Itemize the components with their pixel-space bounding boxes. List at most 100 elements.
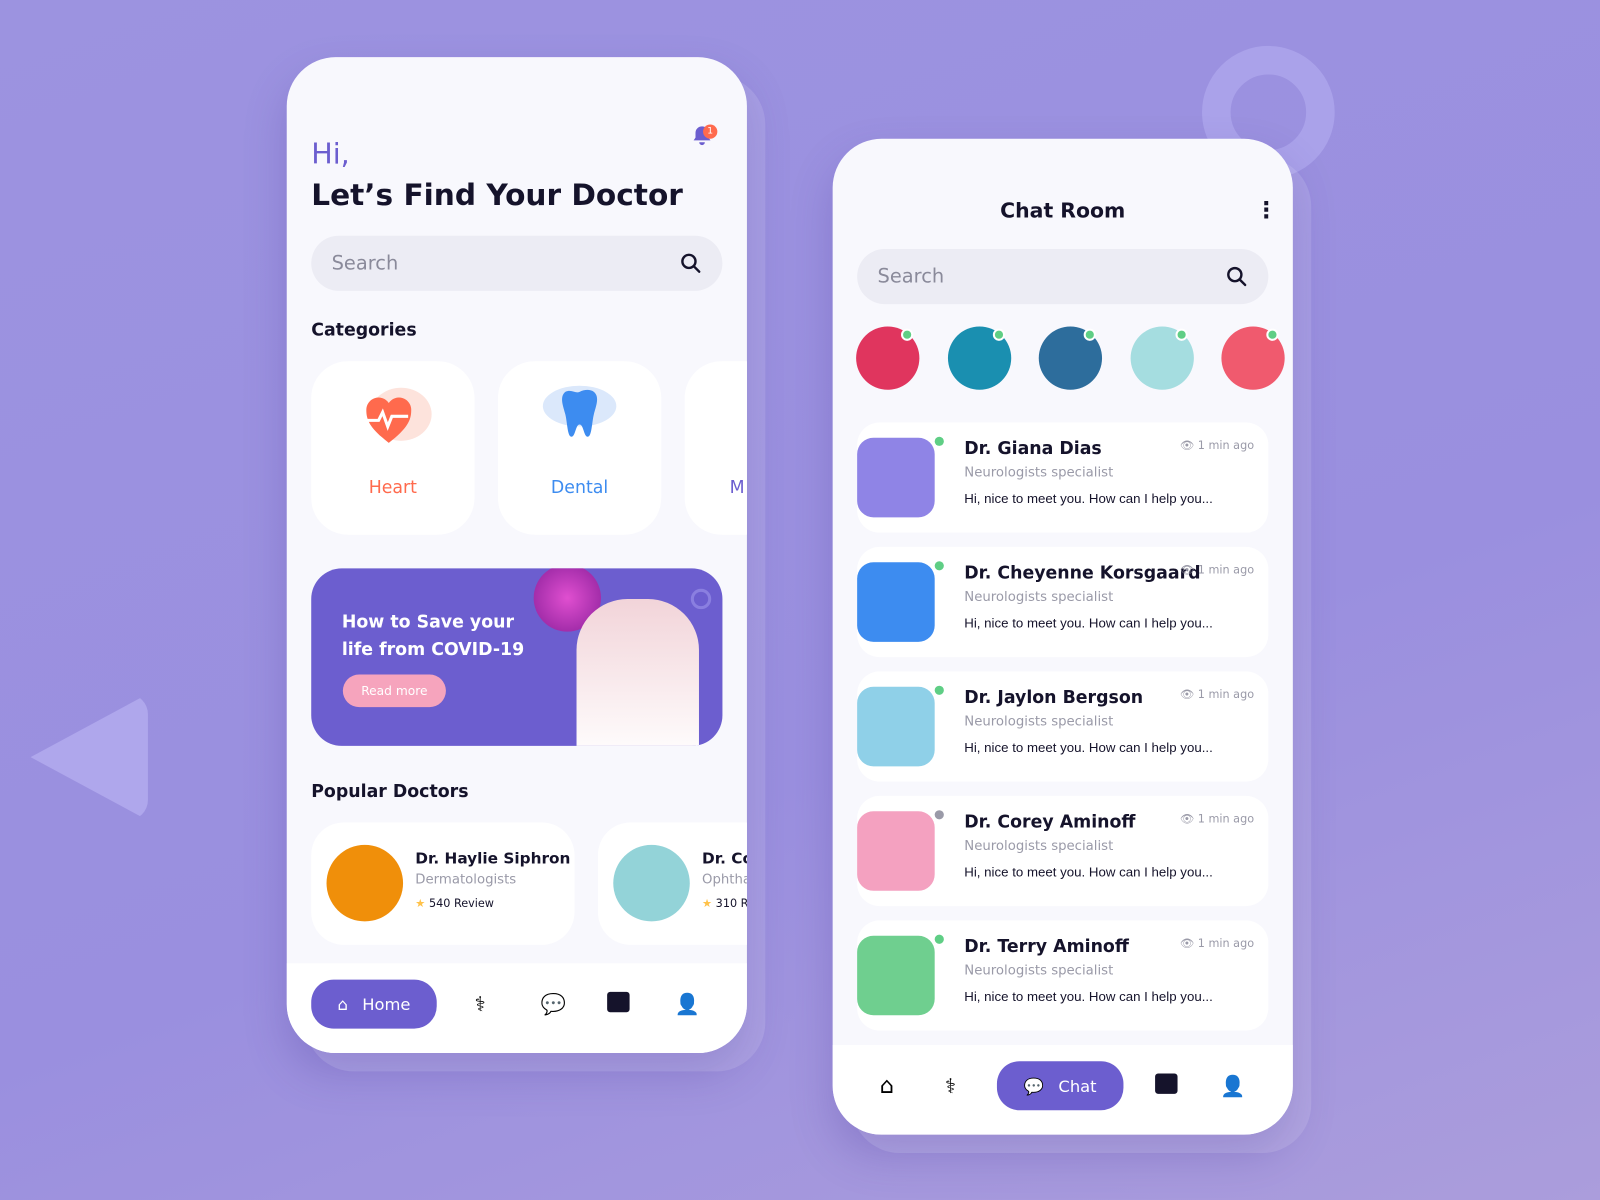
message-preview: Hi, nice to meet you. How can I help you… — [964, 615, 1213, 631]
status-indicator — [934, 561, 944, 571]
doctor-specialty: Neurologists specialist — [964, 465, 1114, 481]
star-icon: ★ — [702, 896, 713, 911]
heart-icon — [366, 387, 432, 443]
calendar-icon[interactable] — [1155, 1073, 1178, 1094]
category-heart[interactable]: Heart — [311, 361, 475, 535]
message-time: 1 min ago — [1197, 936, 1255, 950]
doctor-reviews: 540 Review — [428, 896, 495, 911]
category-label: Heart — [368, 477, 417, 498]
doctor-card[interactable]: Dr. Haylie Siphron Dermatologists ★ 540 … — [311, 822, 575, 945]
message-time: 1 min ago — [1197, 563, 1255, 577]
user-settings-icon[interactable]: 👤 — [1220, 1073, 1245, 1097]
doctor-name: Dr. Haylie Siphron — [415, 848, 571, 868]
search-input[interactable]: Search — [311, 235, 723, 291]
popular-doctors-heading: Popular Doctors — [311, 781, 469, 803]
categories-heading: Categories — [311, 320, 417, 341]
chat-list-item[interactable]: Dr. Terry Aminoff Neurologists specialis… — [857, 920, 1269, 1031]
doctor-specialty: Neurologists specialist — [964, 838, 1114, 855]
eye-icon: 👁 — [1179, 438, 1195, 453]
doctor-avatar — [857, 437, 935, 518]
doctor-specialty: Neurologists specialist — [964, 963, 1114, 979]
star-icon: ★ — [415, 896, 426, 911]
user-settings-icon[interactable]: 👤 — [674, 992, 699, 1016]
doctor-reviews: 310 R — [715, 896, 747, 911]
greeting: Hi, — [311, 136, 350, 171]
banner-text: How to Save your life from COVID-19 — [341, 612, 525, 661]
online-indicator — [992, 328, 1005, 341]
chat-list-item[interactable]: Dr. Jaylon Bergson Neurologists speciali… — [857, 671, 1269, 782]
online-indicator — [1266, 328, 1279, 341]
read-more-button[interactable]: Read more — [342, 674, 446, 708]
decorative-circle — [690, 588, 712, 610]
doctor-avatar — [326, 844, 404, 922]
search-input[interactable]: Search — [857, 248, 1269, 305]
doctor-name: Dr. Jaylon Bergson — [964, 687, 1144, 709]
eye-icon: 👁 — [1179, 812, 1195, 826]
home-screen: Hi, Let’s Find Your Doctor 1 Search Cate… — [286, 57, 747, 1054]
doctor-specialty: Neurologists specialist — [964, 714, 1114, 730]
chat-icon[interactable]: 💬 — [541, 992, 566, 1016]
decorative-triangle — [30, 693, 148, 821]
more-options-icon[interactable]: ⋮ — [1255, 198, 1277, 224]
doctor-name: Dr. Corey Aminoff — [964, 812, 1136, 833]
doctor-avatar — [857, 686, 935, 767]
eye-icon: 👁 — [1179, 936, 1195, 950]
calendar-icon[interactable] — [607, 991, 630, 1013]
chat-list-item[interactable]: Dr. Cheyenne Korsgaard Neurologists spec… — [857, 546, 1269, 658]
doctor-avatar — [613, 844, 690, 922]
doctor-specialty: Ophtha — [702, 872, 747, 888]
message-preview: Hi, nice to meet you. How can I help you… — [964, 864, 1213, 880]
search-placeholder: Search — [877, 265, 945, 288]
doctor-specialty: Dermatologists — [415, 872, 517, 888]
category-label: M — [729, 477, 745, 498]
page-title: Let’s Find Your Doctor — [311, 177, 683, 213]
nav-home-label: Home — [362, 994, 411, 1014]
doctor-avatar — [857, 811, 935, 891]
doctor-name: Dr. Co — [702, 848, 747, 868]
message-time: 1 min ago — [1197, 687, 1255, 702]
stethoscope-icon[interactable]: ⚕ — [945, 1073, 969, 1097]
message-preview: Hi, nice to meet you. How can I help you… — [964, 739, 1213, 756]
doctor-name: Dr. Terry Aminoff — [964, 936, 1129, 958]
status-indicator — [934, 436, 944, 446]
message-preview: Hi, nice to meet you. How can I help you… — [964, 490, 1213, 507]
doctor-name: Dr. Cheyenne Korsgaard — [964, 563, 1201, 584]
status-indicator — [934, 685, 944, 695]
tooth-icon — [542, 385, 617, 437]
nav-chat[interactable]: 💬 Chat — [996, 1061, 1124, 1111]
chat-icon: 💬 — [1023, 1076, 1045, 1096]
eye-icon: 👁 — [1179, 563, 1195, 577]
chat-list-item[interactable]: Dr. Corey Aminoff Neurologists specialis… — [857, 795, 1269, 907]
search-icon[interactable] — [680, 252, 702, 274]
doctor-name: Dr. Giana Dias — [964, 438, 1102, 460]
doctor-illustration — [576, 598, 699, 746]
home-icon[interactable]: ⌂ — [880, 1073, 904, 1099]
doctor-avatar — [857, 562, 935, 642]
category-dental[interactable]: Dental — [497, 361, 662, 535]
page-title: Chat Room — [1000, 197, 1126, 223]
bottom-nav: ⌂ ⚕ 💬 Chat 👤 — [832, 1044, 1293, 1135]
search-placeholder: Search — [331, 252, 399, 275]
home-icon: ⌂ — [337, 994, 348, 1014]
stethoscope-icon[interactable]: ⚕ — [474, 992, 498, 1016]
nav-chat-label: Chat — [1058, 1076, 1097, 1096]
bottom-nav: ⌂ Home ⚕ 💬 👤 — [286, 963, 747, 1054]
chat-screen: Chat Room ⋮ Search Dr. Giana Dias Neurol… — [832, 138, 1293, 1135]
online-indicator — [1083, 328, 1096, 341]
eye-icon: 👁 — [1179, 687, 1195, 702]
message-preview: Hi, nice to meet you. How can I help you… — [964, 988, 1213, 1005]
nav-home[interactable]: ⌂ Home — [311, 979, 437, 1029]
status-indicator — [934, 934, 944, 944]
covid-banner[interactable]: How to Save your life from COVID-19 Read… — [311, 568, 723, 746]
search-icon[interactable] — [1226, 265, 1248, 287]
online-indicator — [901, 328, 914, 341]
message-time: 1 min ago — [1197, 812, 1255, 826]
doctor-card[interactable]: Dr. Co Ophtha ★ 310 R — [597, 822, 747, 945]
doctor-avatar — [857, 935, 935, 1016]
category-m[interactable]: M — [684, 361, 747, 535]
chat-list-item[interactable]: Dr. Giana Dias Neurologists specialist H… — [857, 422, 1269, 533]
doctor-specialty: Neurologists specialist — [964, 589, 1114, 606]
status-indicator — [934, 810, 944, 820]
online-indicator — [1174, 328, 1188, 341]
category-label: Dental — [550, 477, 609, 498]
